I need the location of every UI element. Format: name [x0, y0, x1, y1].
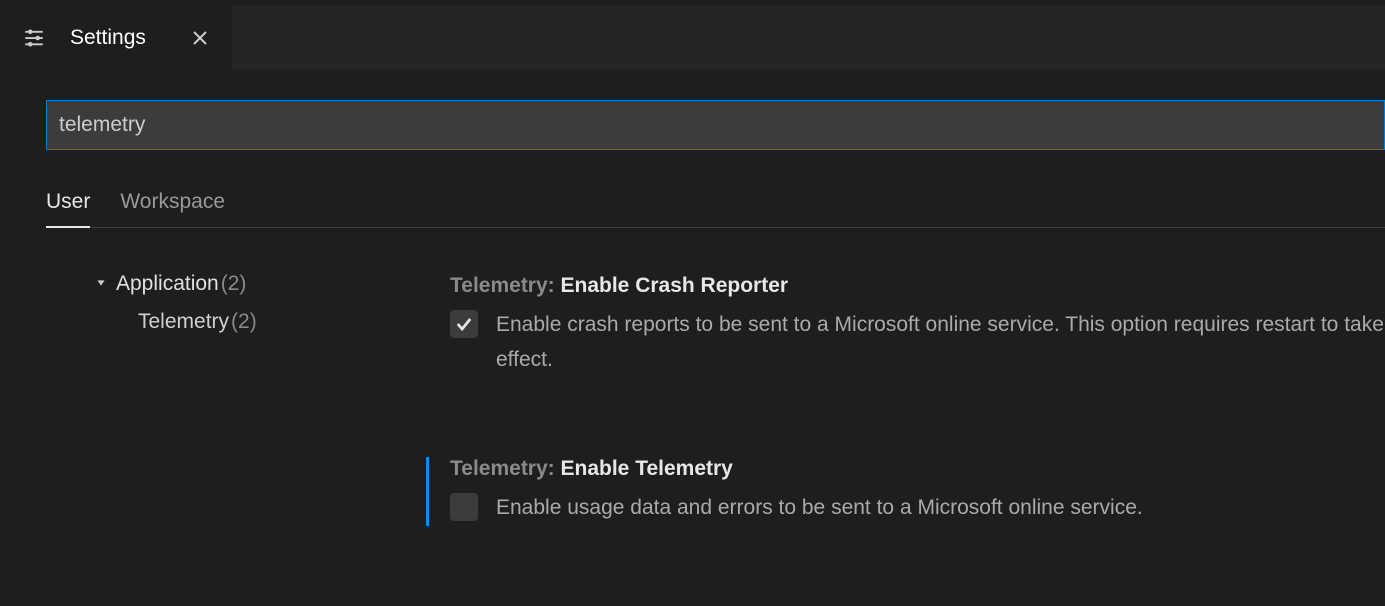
- setting-description: Enable usage data and errors to be sent …: [496, 491, 1143, 526]
- setting-prefix: Telemetry:: [450, 274, 561, 297]
- checkbox-enable-telemetry[interactable]: [450, 493, 478, 521]
- toc-application-count: (2): [221, 272, 247, 296]
- setting-body: Enable usage data and errors to be sent …: [450, 491, 1385, 526]
- setting-prefix: Telemetry:: [450, 457, 561, 480]
- scope-tabs: User Workspace: [46, 190, 1385, 228]
- scope-tab-workspace[interactable]: Workspace: [120, 190, 225, 227]
- search-input[interactable]: [59, 113, 1372, 137]
- setting-name: Enable Crash Reporter: [561, 274, 789, 297]
- setting-description: Enable crash reports to be sent to a Mic…: [496, 308, 1385, 377]
- settings-list: Telemetry: Enable Crash Reporter Enable …: [426, 258, 1385, 606]
- setting-enable-telemetry: Telemetry: Enable Telemetry Enable usage…: [426, 457, 1385, 526]
- main-area: Application (2) Telemetry (2) Telemetry:…: [46, 258, 1385, 606]
- checkbox-enable-crash-reporter[interactable]: [450, 310, 478, 338]
- toc-telemetry[interactable]: Telemetry (2): [46, 302, 426, 340]
- search-box[interactable]: [46, 100, 1385, 150]
- toc-application[interactable]: Application (2): [46, 266, 426, 302]
- tab-settings[interactable]: Settings: [0, 6, 232, 70]
- tab-bar: Settings: [0, 6, 1385, 70]
- setting-title: Telemetry: Enable Crash Reporter: [450, 274, 1385, 298]
- toc-telemetry-label: Telemetry: [138, 310, 229, 334]
- setting-title: Telemetry: Enable Telemetry: [450, 457, 1385, 481]
- settings-icon: [24, 28, 44, 48]
- toc-telemetry-count: (2): [231, 310, 257, 334]
- setting-name: Enable Telemetry: [561, 457, 733, 480]
- tab-label: Settings: [70, 26, 146, 50]
- toc: Application (2) Telemetry (2): [46, 258, 426, 606]
- chevron-down-icon: [94, 272, 108, 296]
- setting-enable-crash-reporter: Telemetry: Enable Crash Reporter Enable …: [426, 274, 1385, 377]
- settings-content: User Workspace Application (2) Telemetry…: [0, 70, 1385, 606]
- setting-body: Enable crash reports to be sent to a Mic…: [450, 308, 1385, 377]
- toc-application-label: Application: [116, 272, 219, 296]
- close-icon[interactable]: [192, 30, 208, 46]
- scope-tab-user[interactable]: User: [46, 190, 90, 228]
